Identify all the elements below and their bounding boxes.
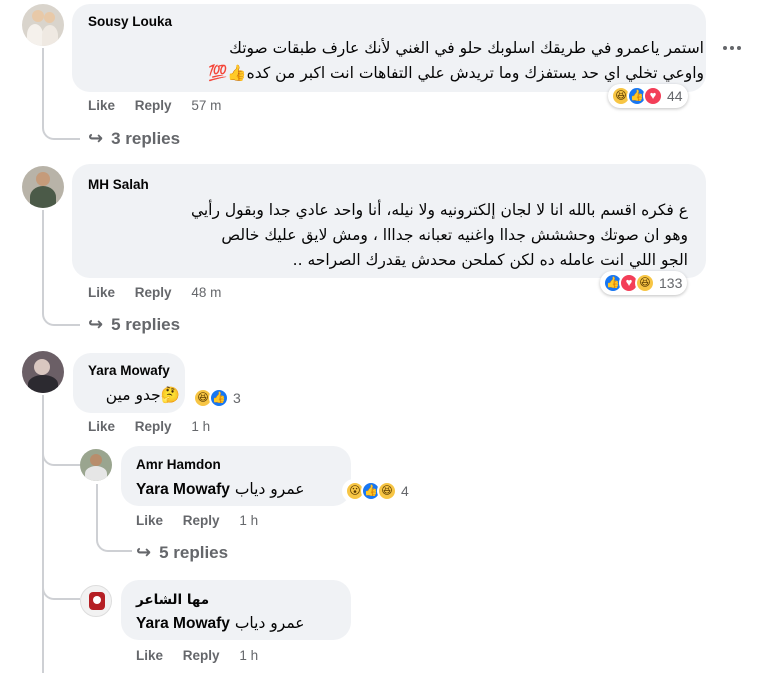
reaction-summary[interactable]: 😆 👍 3 — [190, 386, 246, 410]
comment-time[interactable]: 48 m — [191, 285, 221, 300]
comment-author[interactable]: Sousy Louka — [88, 14, 172, 29]
reply-arrow-icon: ↪ — [88, 128, 104, 148]
comment-text-line: عمرو دياب Yara Mowafy — [136, 478, 305, 501]
reaction-count: 133 — [659, 275, 683, 291]
reply-button[interactable]: Reply — [135, 98, 172, 113]
reply-button[interactable]: Reply — [183, 513, 220, 528]
comment-actions: Like Reply 48 m — [88, 285, 237, 300]
reply-button[interactable]: Reply — [183, 648, 220, 663]
comment-actions: Like Reply 1 h — [136, 513, 274, 528]
avatar[interactable] — [80, 585, 112, 617]
reaction-count: 3 — [233, 390, 241, 406]
avatar[interactable] — [22, 4, 64, 46]
comment-actions: Like Reply 1 h — [136, 648, 274, 663]
reply-button[interactable]: Reply — [135, 285, 172, 300]
reply-text: عمرو دياب — [234, 480, 305, 498]
comment-time[interactable]: 1 h — [191, 419, 210, 434]
reaction-count: 44 — [667, 88, 683, 104]
comment-text-line: عمرو دياب Yara Mowafy — [136, 612, 305, 635]
reply-button[interactable]: Reply — [135, 419, 172, 434]
avatar[interactable] — [80, 449, 112, 481]
thread-curve — [42, 444, 80, 466]
comment-time[interactable]: 57 m — [191, 98, 221, 113]
like-button[interactable]: Like — [136, 648, 163, 663]
thread-curve — [42, 120, 80, 140]
more-options-icon[interactable] — [716, 32, 748, 64]
comment-time[interactable]: 1 h — [239, 648, 258, 663]
mention-link[interactable]: Yara Mowafy — [136, 481, 230, 498]
like-button[interactable]: Like — [88, 98, 115, 113]
like-button[interactable]: Like — [136, 513, 163, 528]
replies-label: 5 replies — [159, 543, 229, 562]
reply-arrow-icon: ↪ — [88, 314, 104, 334]
thread-curve — [42, 578, 80, 600]
replies-label: 5 replies — [111, 315, 181, 334]
reaction-summary[interactable]: 😆 👍 ♥ 44 — [608, 84, 688, 108]
comment-text-line: 🤔جدو مين — [105, 386, 180, 404]
comment-text-line: وهو ان صوتك وحششش جداا واغنيه تعبانه جدا… — [221, 226, 688, 244]
reaction-summary[interactable]: 👍 ♥ 😆 133 — [600, 271, 688, 295]
comment-text-line: واوعي تخلي اي حد يستفزك وما تريدش علي ال… — [208, 64, 704, 82]
reaction-summary[interactable]: 😮 👍 😆 4 — [342, 479, 414, 503]
view-replies-button[interactable]: ↪ 5 replies — [88, 314, 180, 335]
comment-author[interactable]: Amr Hamdon — [136, 457, 221, 472]
view-replies-button[interactable]: ↪ 3 replies — [88, 128, 180, 149]
view-replies-button[interactable]: ↪ 5 replies — [136, 542, 228, 563]
like-reaction-icon: 👍 — [209, 388, 229, 408]
comment-actions: Like Reply 57 m — [88, 98, 237, 113]
comment-text-line: استمر ياعمرو في طريقك اسلوبك حلو في الغن… — [229, 39, 704, 57]
reply-arrow-icon: ↪ — [136, 542, 152, 562]
comment-text-line: ع فكره اقسم بالله انا لا لجان إلكترونيه … — [190, 201, 688, 219]
mention-link[interactable]: Yara Mowafy — [136, 615, 230, 632]
comment-author[interactable]: مها الشاعر — [136, 592, 209, 608]
replies-label: 3 replies — [111, 129, 181, 148]
comment-actions: Like Reply 1 h — [88, 419, 226, 434]
avatar[interactable] — [22, 166, 64, 208]
haha-reaction-icon: 😆 — [377, 481, 397, 501]
thread-line — [42, 48, 44, 128]
like-button[interactable]: Like — [88, 419, 115, 434]
comment-author[interactable]: Yara Mowafy — [88, 363, 170, 378]
thread-line — [42, 210, 44, 314]
like-button[interactable]: Like — [88, 285, 115, 300]
thread-line — [42, 395, 44, 673]
comment-time[interactable]: 1 h — [239, 513, 258, 528]
comment-text-line: الجو اللي انت عامله ده لكن كملحن محدش يق… — [292, 251, 688, 269]
thread-curve — [96, 532, 132, 552]
avatar[interactable] — [22, 351, 64, 393]
love-reaction-icon: ♥ — [643, 86, 663, 106]
reply-text: عمرو دياب — [234, 614, 305, 632]
comment-author[interactable]: MH Salah — [88, 177, 149, 192]
reaction-count: 4 — [401, 483, 409, 499]
haha-reaction-icon: 😆 — [635, 273, 655, 293]
thread-curve — [42, 306, 80, 326]
